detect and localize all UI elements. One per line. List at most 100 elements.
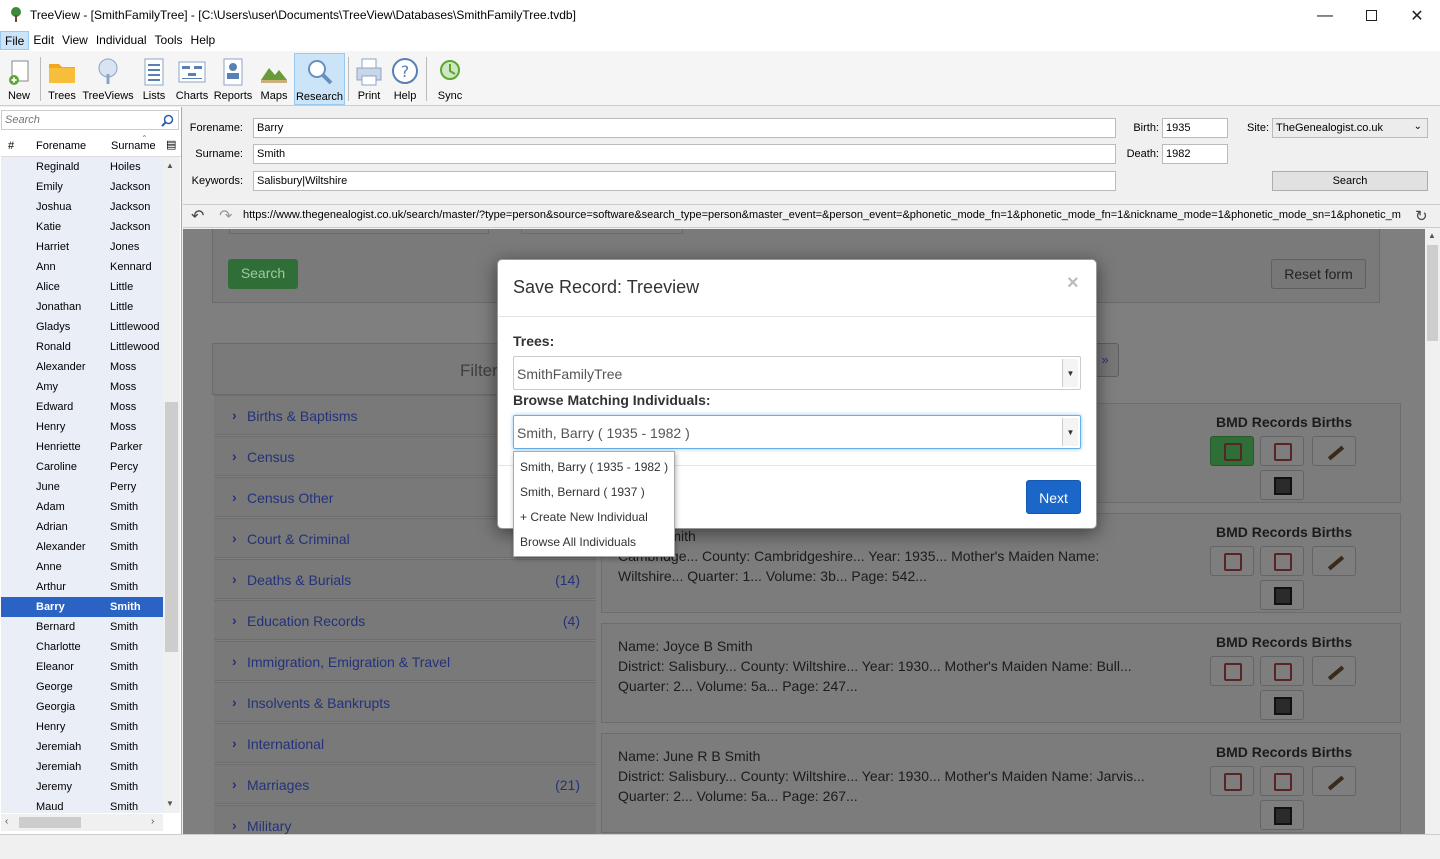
- list-item[interactable]: Caroline Percy: [1, 457, 163, 477]
- list-item[interactable]: Harriet Jones: [1, 237, 163, 257]
- list-item[interactable]: George Smith: [1, 677, 163, 697]
- list-item[interactable]: Edward Moss: [1, 397, 163, 417]
- dropdown-option[interactable]: Smith, Barry ( 1935 - 1982 ): [520, 460, 668, 474]
- web-vertical-scrollbar[interactable]: ▲: [1425, 229, 1440, 834]
- site-select[interactable]: TheGenealogist.co.uk ⌄: [1272, 118, 1428, 138]
- dialog-close-button[interactable]: ×: [1067, 272, 1079, 295]
- view-records-icon[interactable]: [1260, 656, 1304, 686]
- list-item[interactable]: Joshua Jackson: [1, 197, 163, 217]
- list-item[interactable]: Alexander Moss: [1, 357, 163, 377]
- help-button[interactable]: ? Help: [389, 53, 421, 105]
- new-button[interactable]: New: [3, 53, 35, 105]
- filter-item[interactable]: › Education Records (4): [214, 600, 596, 640]
- menu-edit[interactable]: Edit: [29, 31, 58, 50]
- list-item[interactable]: Eleanor Smith: [1, 657, 163, 677]
- list-horizontal-scrollbar[interactable]: ‹ ›: [1, 814, 163, 831]
- edit-icon[interactable]: [1312, 656, 1356, 686]
- scroll-up-icon[interactable]: ▲: [166, 161, 174, 170]
- filter-item[interactable]: › Marriages (21): [214, 764, 596, 804]
- menu-tools[interactable]: Tools: [151, 31, 187, 50]
- close-window-button[interactable]: ✕: [1394, 0, 1440, 31]
- save-to-tree-icon[interactable]: [1210, 546, 1254, 576]
- save-disk-icon[interactable]: [1260, 690, 1304, 720]
- forward-arrow-icon[interactable]: ↷: [219, 206, 232, 226]
- list-item[interactable]: June Perry: [1, 477, 163, 497]
- list-item[interactable]: Ann Kennard: [1, 257, 163, 277]
- maps-button[interactable]: Maps: [257, 53, 291, 105]
- dropdown-option[interactable]: Smith, Bernard ( 1937 ): [520, 485, 645, 499]
- filter-item[interactable]: › Military: [214, 805, 596, 834]
- list-item[interactable]: Emily Jackson: [1, 177, 163, 197]
- refresh-icon[interactable]: ↻: [1415, 207, 1428, 225]
- list-item[interactable]: Bernard Smith: [1, 617, 163, 637]
- lists-button[interactable]: Lists: [138, 53, 170, 105]
- web-reset-form-button[interactable]: Reset form: [1271, 259, 1366, 289]
- scroll-left-icon[interactable]: ‹: [5, 816, 8, 827]
- individual-search-input[interactable]: [2, 111, 152, 129]
- save-to-tree-icon[interactable]: [1210, 766, 1254, 796]
- hscrollbar-thumb[interactable]: [19, 817, 81, 828]
- list-item[interactable]: Jeremy Smith: [1, 777, 163, 797]
- web-search-button[interactable]: Search: [228, 259, 298, 289]
- edit-icon[interactable]: [1312, 546, 1356, 576]
- list-vertical-scrollbar[interactable]: ▲ ▼: [163, 157, 180, 813]
- list-item[interactable]: Charlotte Smith: [1, 637, 163, 657]
- save-disk-icon[interactable]: [1260, 800, 1304, 830]
- menu-individual[interactable]: Individual: [92, 31, 151, 50]
- column-header-surname[interactable]: Surname: [111, 140, 156, 152]
- list-item[interactable]: Georgia Smith: [1, 697, 163, 717]
- keywords-input[interactable]: Salisbury|Wiltshire: [253, 171, 1116, 191]
- forename-input[interactable]: Barry: [253, 118, 1116, 138]
- list-item[interactable]: Maud Smith: [1, 797, 163, 813]
- print-button[interactable]: Print: [352, 53, 386, 105]
- edit-icon[interactable]: [1312, 436, 1356, 466]
- scroll-down-icon[interactable]: ▼: [166, 799, 174, 808]
- save-disk-icon[interactable]: [1260, 580, 1304, 610]
- search-icon[interactable]: [161, 114, 174, 127]
- column-header-forename[interactable]: Forename: [36, 140, 86, 152]
- list-item[interactable]: Adam Smith: [1, 497, 163, 517]
- browse-individuals-select[interactable]: Smith, Barry ( 1935 - 1982 ) ▼: [513, 415, 1081, 449]
- form-search-button[interactable]: Search: [1272, 171, 1428, 191]
- column-chooser-icon[interactable]: ▤: [166, 138, 176, 151]
- save-to-tree-icon[interactable]: [1210, 436, 1254, 466]
- reports-button[interactable]: Reports: [212, 53, 254, 105]
- list-item[interactable]: Gladys Littlewood: [1, 317, 163, 337]
- view-records-icon[interactable]: [1260, 436, 1304, 466]
- list-item[interactable]: Jeremiah Smith: [1, 737, 163, 757]
- trees-button[interactable]: Trees: [44, 53, 80, 105]
- dropdown-option-create-new[interactable]: + Create New Individual: [520, 510, 648, 524]
- list-item[interactable]: Katie Jackson: [1, 217, 163, 237]
- list-item[interactable]: Henriette Parker: [1, 437, 163, 457]
- charts-button[interactable]: Charts: [173, 53, 211, 105]
- filter-item[interactable]: › International: [214, 723, 596, 763]
- web-scrollbar-thumb[interactable]: [1427, 245, 1438, 341]
- next-button[interactable]: Next: [1026, 480, 1081, 514]
- view-records-icon[interactable]: [1260, 766, 1304, 796]
- list-item[interactable]: Henry Moss: [1, 417, 163, 437]
- list-item[interactable]: Anne Smith: [1, 557, 163, 577]
- list-item[interactable]: Amy Moss: [1, 377, 163, 397]
- list-item[interactable]: Henry Smith: [1, 717, 163, 737]
- save-disk-icon[interactable]: [1260, 470, 1304, 500]
- scroll-right-icon[interactable]: ›: [151, 816, 154, 827]
- birth-input[interactable]: 1935: [1162, 118, 1228, 138]
- list-item[interactable]: Barry Smith: [1, 597, 163, 617]
- dropdown-option-browse-all[interactable]: Browse All Individuals: [520, 535, 636, 549]
- list-item[interactable]: Jeremiah Smith: [1, 757, 163, 777]
- url-text[interactable]: https://www.thegenealogist.co.uk/search/…: [243, 209, 1403, 225]
- list-item[interactable]: Alice Little: [1, 277, 163, 297]
- list-item[interactable]: Jonathan Little: [1, 297, 163, 317]
- list-item[interactable]: Reginald Hoiles: [1, 157, 163, 177]
- surname-input[interactable]: Smith: [253, 144, 1116, 164]
- list-item[interactable]: Alexander Smith: [1, 537, 163, 557]
- save-to-tree-icon[interactable]: [1210, 656, 1254, 686]
- minimize-button[interactable]: —: [1302, 0, 1348, 31]
- menu-file[interactable]: File: [0, 31, 30, 50]
- sync-button[interactable]: Sync: [432, 53, 468, 105]
- filter-item[interactable]: › Deaths & Burials (14): [214, 559, 596, 599]
- column-header-number[interactable]: #: [8, 140, 14, 152]
- menu-help[interactable]: Help: [187, 31, 220, 50]
- maximize-button[interactable]: [1348, 0, 1394, 31]
- menu-view[interactable]: View: [58, 31, 92, 50]
